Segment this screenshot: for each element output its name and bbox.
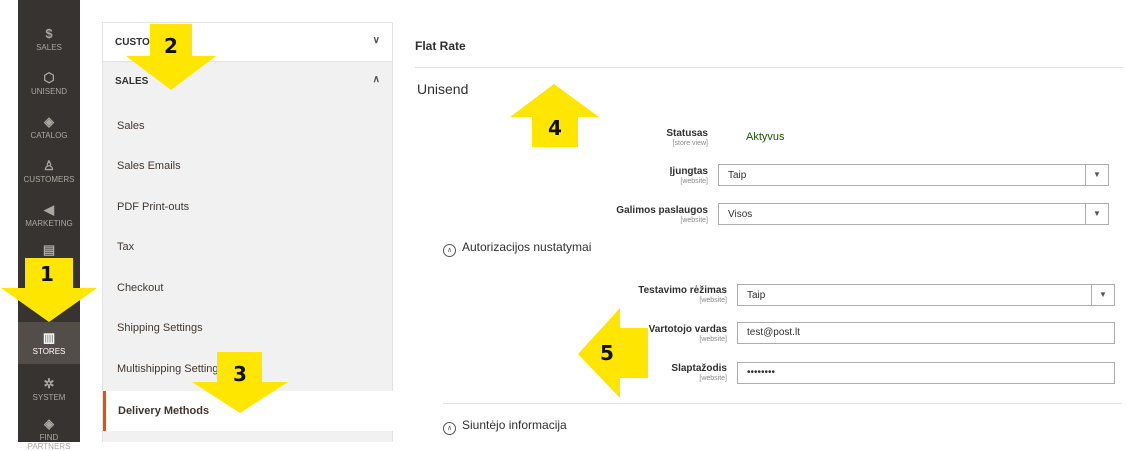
badge-2: 2 bbox=[164, 34, 178, 58]
badge-3: 3 bbox=[233, 362, 247, 386]
badge-4: 4 bbox=[548, 116, 562, 140]
annotation-arrows bbox=[1, 24, 648, 413]
badge-5: 5 bbox=[600, 341, 614, 365]
badge-1: 1 bbox=[40, 262, 54, 286]
